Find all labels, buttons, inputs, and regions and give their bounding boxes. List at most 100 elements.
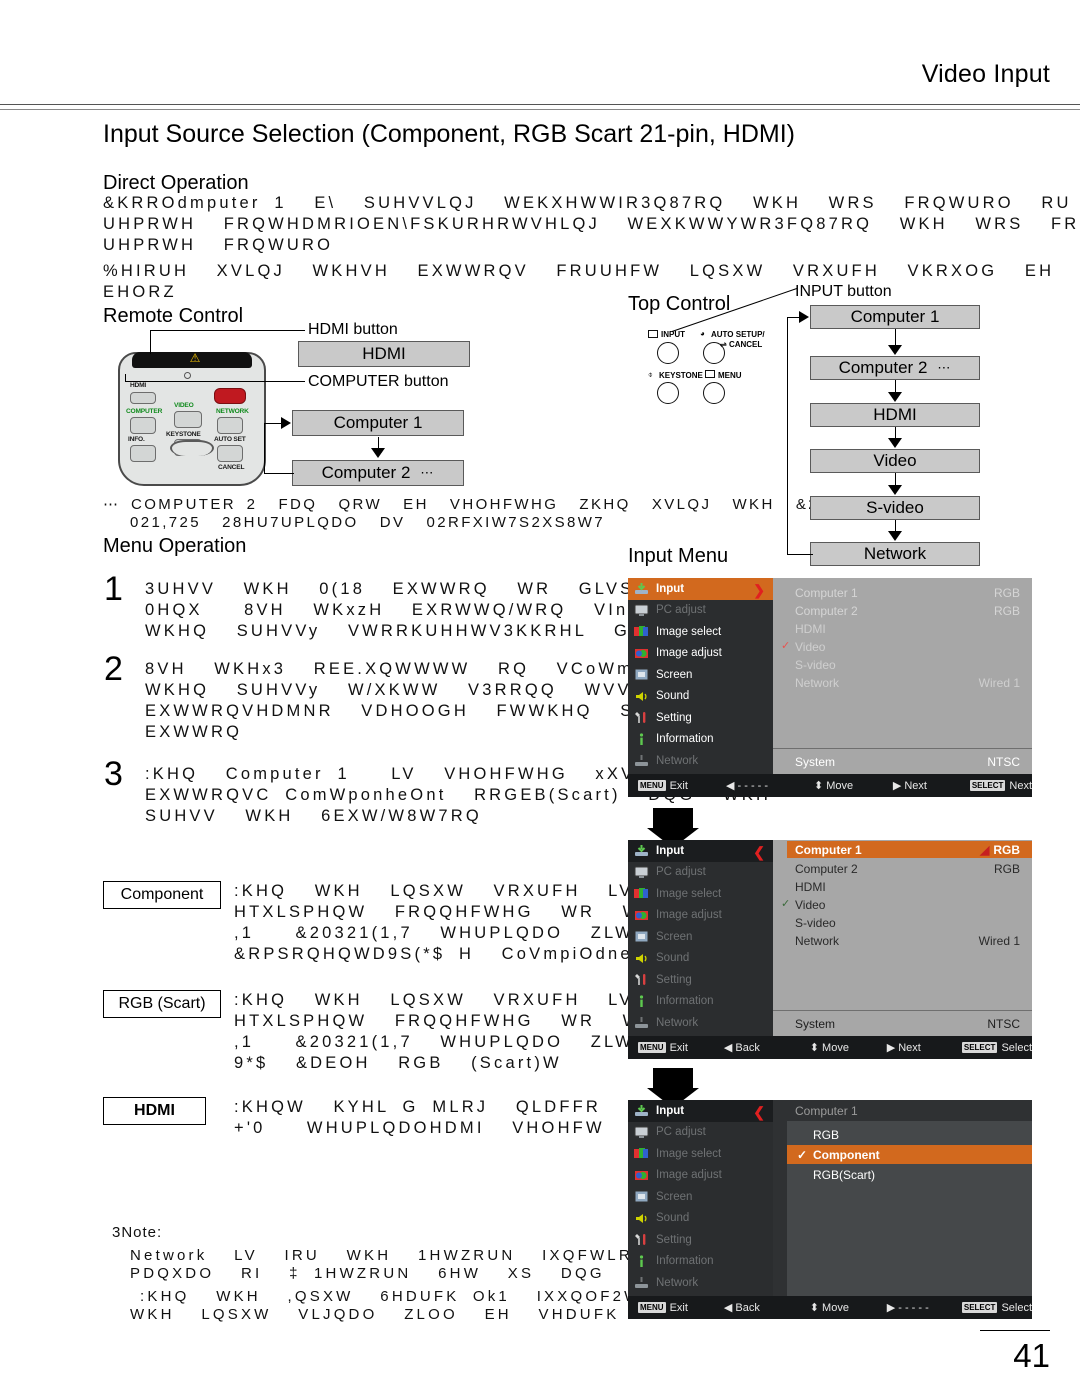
input-icon — [634, 844, 649, 857]
osd-3-sidebar-item-setting[interactable]: Setting — [628, 1229, 773, 1251]
osd-2-sidebar-item-setting[interactable]: Setting — [628, 969, 773, 991]
page-number-rule — [980, 1330, 1050, 1331]
osd-3-hint-exit[interactable]: MENU Exit — [638, 1302, 724, 1314]
osd-3-sidebar-item-screen[interactable]: Screen — [628, 1186, 773, 1208]
osd-2-sidebar-item-input[interactable]: Input ❮ — [628, 840, 773, 862]
osd-1-row-name-s-video: S-video — [795, 658, 836, 672]
osd-2-sidebar-item-pc-adjust[interactable]: PC adjust — [628, 862, 773, 884]
osd-3-sidebar-item-sound[interactable]: Sound — [628, 1208, 773, 1230]
osd-2-row-hdmi[interactable]: HDMI — [795, 878, 1020, 896]
remote-standby-button[interactable] — [214, 388, 246, 404]
osd-3-subrow-label-component: Component — [813, 1147, 880, 1162]
osd-1-hint-exit[interactable]: MENU Exit — [638, 780, 726, 792]
osd-1-sidebar-item-pc-adjust[interactable]: PC adjust — [628, 600, 773, 622]
osd-3-sidebar[interactable]: Input ❮ PC adjust Image select Image adj… — [628, 1100, 773, 1296]
osd-1-sidebar-item-input[interactable]: Input ❯ — [628, 578, 773, 600]
remote-computer-button[interactable] — [130, 417, 156, 434]
osd-1-check-video: ✓ — [781, 640, 791, 652]
top-flow-box-network[interactable]: Network — [810, 542, 980, 566]
osd-transition-arrow-2-stem — [653, 1068, 693, 1088]
osd-1-row-s-video[interactable]: S-video — [795, 656, 1020, 674]
osd-2-row-network[interactable]: Network Wired 1 — [795, 932, 1020, 950]
osd-3-sidebar-item-pc-adjust[interactable]: PC adjust — [628, 1122, 773, 1144]
osd-2-row-s-video[interactable]: S-video — [795, 914, 1020, 932]
osd-3-label-image-select: Image select — [656, 1147, 722, 1160]
top-control-auto-setup-button[interactable] — [703, 342, 725, 364]
remote-scroll-wheel[interactable] — [170, 440, 214, 456]
callout-hdmi-button: HDMI button — [308, 321, 398, 338]
term-hdmi-line-2: +'0 WHUPLQDOHDMI VHOHFW — [234, 1119, 605, 1137]
osd-1-row-computer-1[interactable]: Computer 1 RGB — [795, 584, 1020, 602]
remote-flow-box-computer-1[interactable]: Computer 1 — [292, 410, 464, 436]
remote-network-button[interactable] — [217, 417, 243, 434]
callout-input-button: INPUT button — [795, 283, 892, 300]
osd-3-sidebar-item-network[interactable]: Network — [628, 1272, 773, 1294]
osd-screenshot-input-menu[interactable]: Input ❯ PC adjust Image select Image adj… — [628, 578, 1032, 797]
osd-2-sidebar-item-information[interactable]: Information — [628, 991, 773, 1013]
remote-info-button[interactable] — [130, 445, 156, 462]
osd-1-label-network: Network — [656, 754, 699, 767]
top-flow-dots-computer-2: ⋯ — [937, 360, 952, 375]
osd-1-sidebar-item-information[interactable]: Information — [628, 729, 773, 751]
top-flow-arrow-1 — [888, 345, 902, 355]
osd-2-row-name-network: Network — [795, 934, 840, 948]
osd-2-sidebar-item-sound[interactable]: Sound — [628, 948, 773, 970]
top-control-input-button[interactable] — [657, 342, 679, 364]
note-line-2: PDQXDO RI ‡ 1HWZRUN 6HW XS DQG 2 — [130, 1265, 643, 1282]
osd-1-hint-select[interactable]: SELECT Next — [969, 780, 1032, 792]
osd-3-sidebar-item-image-select[interactable]: Image select — [628, 1143, 773, 1165]
osd-2-hint-exit[interactable]: MENU Exit — [638, 1042, 724, 1054]
osd-1-sidebar-item-image-adjust[interactable]: Image adjust — [628, 643, 773, 665]
top-flow-box-computer-2[interactable]: Computer 2 ⋯ — [810, 356, 980, 380]
term-label-component: Component — [120, 886, 204, 903]
osd-2-row-computer-2[interactable]: Computer 2 RGB — [795, 860, 1020, 878]
osd-3-label-network: Network — [656, 1276, 699, 1289]
osd-3-subrow-rgb-scart[interactable]: RGB(Scart) — [787, 1165, 1032, 1184]
top-flow-box-s-video[interactable]: S-video — [810, 496, 980, 520]
remote-flow-box-computer-2[interactable]: Computer 2 ⋯ — [292, 460, 464, 486]
top-control-menu-button[interactable] — [703, 382, 725, 404]
top-flow-box-computer-1[interactable]: Computer 1 — [810, 305, 980, 329]
osd-1-sidebar-item-sound[interactable]: Sound — [628, 686, 773, 708]
osd-1-sidebar-item-image-select[interactable]: Image select — [628, 621, 773, 643]
heading-remote-control: Remote Control — [103, 305, 244, 327]
osd-2-row-computer-1[interactable]: Computer 1 ◢ RGB — [795, 841, 1020, 859]
osd-3-sidebar-item-input[interactable]: Input ❮ — [628, 1100, 773, 1122]
osd-2-rows: Computer 1 ◢ RGB Computer 2 RGB HDMI ✓ V… — [773, 840, 1032, 1010]
osd-2-row-video[interactable]: Video — [795, 896, 1020, 914]
osd-2-sidebar-item-network[interactable]: Network — [628, 1012, 773, 1034]
osd-2-hint-select[interactable]: SELECT Select — [961, 1042, 1032, 1054]
image-select-icon — [634, 625, 649, 638]
remote-flow-box-hdmi[interactable]: HDMI — [298, 341, 470, 367]
osd-1-sidebar-item-setting[interactable]: Setting — [628, 707, 773, 729]
top-flow-box-video[interactable]: Video — [810, 449, 980, 473]
remote-label-video: VIDEO — [174, 402, 194, 409]
osd-1-row-network[interactable]: Network Wired 1 — [795, 674, 1020, 692]
osd-screenshot-computer1-submenu[interactable]: Input ❮ PC adjust Image select Image adj… — [628, 1100, 1032, 1319]
top-flow-box-hdmi[interactable]: HDMI — [810, 403, 980, 427]
osd-3-subrow-component[interactable]: ✓ Component — [787, 1145, 1032, 1164]
term-box-component: Component — [103, 881, 221, 909]
osd-1-row-computer-2[interactable]: Computer 2 RGB — [795, 602, 1020, 620]
remote-video-button[interactable] — [174, 411, 202, 428]
laser-warning-icon: ⚠ — [189, 351, 201, 365]
osd-2-sidebar-item-image-adjust[interactable]: Image adjust — [628, 905, 773, 927]
osd-2-sidebar-item-screen[interactable]: Screen — [628, 926, 773, 948]
osd-screenshot-input-selected[interactable]: Input ❮ PC adjust Image select Image adj… — [628, 840, 1032, 1059]
remote-auto-set-button[interactable] — [217, 445, 243, 462]
osd-1-sidebar[interactable]: Input ❯ PC adjust Image select Image adj… — [628, 578, 773, 774]
osd-3-subrow-rgb[interactable]: RGB — [787, 1125, 1032, 1144]
osd-1-sidebar-item-network[interactable]: Network — [628, 750, 773, 772]
osd-1-row-video[interactable]: Video — [795, 638, 1020, 656]
osd-3-hint-select[interactable]: SELECT Select — [961, 1302, 1032, 1314]
remote-hdmi-button[interactable] — [130, 392, 156, 404]
term-box-rgb-scart: RGB (Scart) — [103, 990, 221, 1018]
top-control-keystone-button[interactable] — [657, 382, 679, 404]
osd-1-row-hdmi[interactable]: HDMI — [795, 620, 1020, 638]
osd-2-sidebar-item-image-select[interactable]: Image select — [628, 883, 773, 905]
osd-3-sidebar-item-image-adjust[interactable]: Image adjust — [628, 1165, 773, 1187]
osd-2-sidebar[interactable]: Input ❮ PC adjust Image select Image adj… — [628, 840, 773, 1036]
osd-2-label-input: Input — [656, 844, 685, 857]
osd-3-sidebar-item-information[interactable]: Information — [628, 1251, 773, 1273]
osd-1-sidebar-item-screen[interactable]: Screen — [628, 664, 773, 686]
